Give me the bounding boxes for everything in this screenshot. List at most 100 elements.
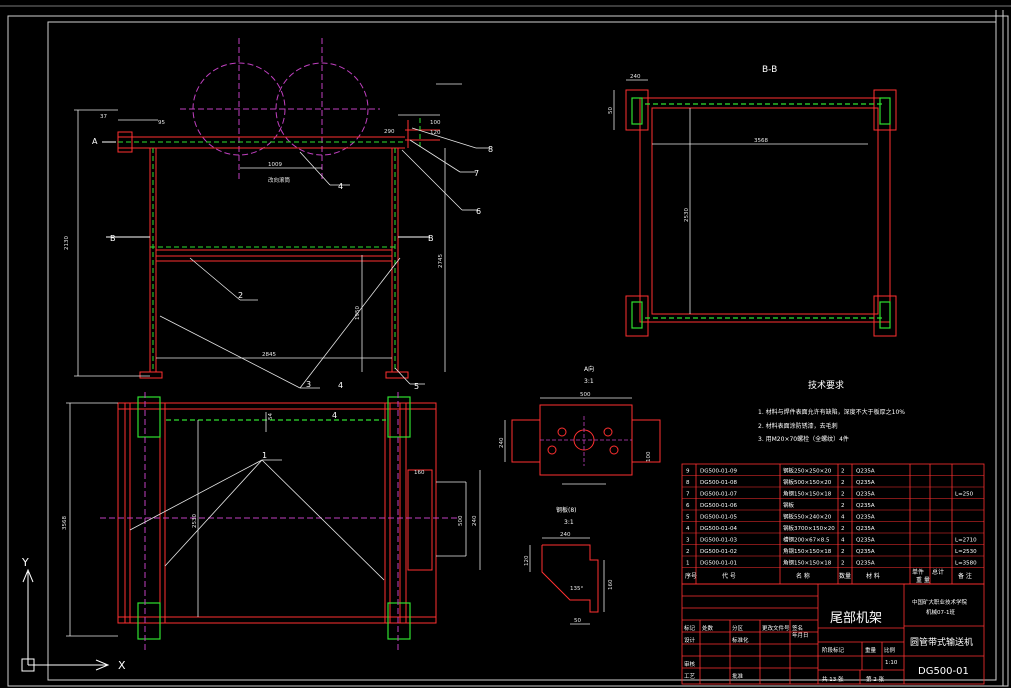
bom-cell-note: L=3580 — [955, 561, 977, 567]
dim-plate-right: 160 — [608, 579, 614, 590]
bom-header-no: 序号 — [685, 572, 697, 580]
detail-plate-title: 钢板(8) — [556, 506, 577, 514]
bom-cell-name: 钢板3700×150×20 — [783, 524, 835, 532]
axis-x-label: X — [118, 659, 126, 672]
bom-header-mat: 材 料 — [866, 572, 880, 580]
weight-label: 重量 — [865, 646, 877, 654]
bom-cell-material: Q235A — [856, 492, 875, 498]
bom-cell-material: Q235A — [856, 526, 875, 532]
dim-240-a: 240 — [499, 437, 505, 448]
part-name: 尾部机架 — [830, 611, 882, 626]
tb-row-zone: 分区 — [732, 624, 744, 632]
angle-label: 135° — [570, 586, 583, 592]
role-review: 审核 — [684, 660, 696, 668]
drawing-number: DG500-01 — [918, 666, 969, 677]
bom-cell-code: DG500-01-04 — [700, 526, 737, 532]
bom-cell-name: 角钢150×150×18 — [783, 559, 832, 567]
callout-3: 3 — [306, 380, 311, 389]
bom-cell-code: DG500-01-01 — [700, 561, 737, 567]
bom-cell-qty: 2 — [841, 492, 845, 498]
sheet-number: 第 2 张 — [866, 675, 884, 683]
tech-item-2: 2. 材料表面涂防锈漆，去毛刺 — [758, 422, 838, 430]
section-marker-b-left: B — [110, 234, 116, 243]
dim-160: 160 — [414, 470, 425, 476]
bom-header-weight-single: 单件 — [912, 568, 924, 576]
bom-cell-qty: 2 — [841, 480, 845, 486]
dim-54: 54 — [268, 413, 274, 420]
dim-120: 120 — [430, 130, 441, 136]
bom-cell-name: 钢板 — [783, 501, 795, 509]
callout-4-plan: 4 — [332, 411, 337, 420]
dim-2530-top: 2530 — [192, 514, 198, 528]
bom-cell-material: Q235A — [856, 480, 875, 486]
bom-header-name: 名 称 — [796, 572, 810, 580]
dim-2530-bb: 2530 — [684, 208, 690, 222]
dim-240-bb: 240 — [630, 74, 641, 80]
bom-cell-no: 8 — [686, 480, 690, 486]
dim-2130: 2130 — [64, 236, 70, 250]
product-name: 圆管带式输送机 — [910, 636, 973, 648]
bom-cell-code: DG500-01-06 — [700, 503, 737, 509]
bom-cell-material: Q235A — [856, 515, 875, 521]
dim-50-bb: 50 — [608, 107, 614, 114]
bom-cell-name: 钢板500×150×20 — [783, 478, 832, 486]
role-design: 设计 — [684, 636, 696, 644]
bom-cell-code: DG500-01-08 — [700, 480, 737, 486]
bom-cell-material: Q235A — [856, 538, 875, 544]
section-marker-b-right: B — [428, 234, 434, 243]
dim-500: 500 — [458, 515, 464, 526]
dim-100-a: 100 — [646, 451, 652, 462]
bom-cell-code: DG500-01-07 — [700, 492, 737, 498]
tb-row-mark: 标记 — [684, 624, 696, 632]
bom-cell-material: Q235A — [856, 503, 875, 509]
bom-cell-name: 钢板550×240×20 — [783, 513, 832, 521]
tb-row-file: 更改文件号 — [762, 624, 790, 632]
dim-3568: 3568 — [62, 516, 68, 530]
bom-header-code: 代 号 — [722, 572, 736, 580]
cad-drawing-canvas[interactable]: A B B 37 95 1009 改向滚筒 290 2845 2130 2745… — [0, 0, 1011, 688]
section-marker-a: A — [92, 137, 98, 146]
dim-plate-top: 240 — [560, 532, 571, 538]
bom-cell-no: 4 — [686, 526, 690, 532]
bom-cell-note: L=2530 — [955, 549, 977, 555]
bom-cell-material: Q235A — [856, 561, 875, 567]
bom-cell-material: Q235A — [856, 549, 875, 555]
bom-cell-qty: 2 — [841, 549, 845, 555]
axis-y-label: Y — [21, 556, 29, 569]
role-process: 工艺 — [684, 673, 696, 680]
detail-plate-scale: 3:1 — [564, 519, 574, 526]
bom-cell-no: 9 — [686, 469, 690, 475]
tech-item-3: 3. 用M20×70螺栓（全螺纹）4件 — [758, 435, 849, 443]
org-name: 中国矿大职业技术学院 — [912, 598, 968, 606]
stage-label: 阶段标记 — [822, 646, 845, 654]
bom-cell-qty: 2 — [841, 469, 845, 475]
bom-header-weight-total: 总计 — [932, 568, 944, 576]
bom-cell-code: DG500-01-02 — [700, 549, 737, 555]
bom-cell-name: 角钢150×150×18 — [783, 547, 832, 555]
dim-2845: 2845 — [262, 352, 276, 358]
dim-290: 290 — [384, 129, 395, 135]
callout-2: 2 — [238, 291, 243, 300]
tb-row-date: 年月日 — [792, 631, 809, 639]
bom-cell-qty: 2 — [841, 526, 845, 532]
callout-6: 6 — [476, 207, 481, 216]
dim-plate-left: 120 — [524, 555, 530, 566]
bom-cell-code: DG500-01-03 — [700, 538, 737, 544]
callout-4-top: 4 — [338, 182, 343, 191]
carrier-label: 改向滚筒 — [268, 176, 291, 184]
bom-cell-material: Q235A — [856, 469, 875, 475]
callout-4: 4 — [338, 381, 343, 390]
scale-label: 比例 — [884, 646, 896, 654]
bom-cell-qty: 4 — [841, 515, 845, 521]
tech-title: 技术要求 — [808, 379, 844, 391]
bom-cell-qty: 2 — [841, 561, 845, 567]
dim-3568-bb: 3568 — [754, 138, 768, 144]
section-bb-title: B-B — [762, 65, 777, 75]
dim-240-top: 240 — [472, 515, 478, 526]
tech-item-1: 1. 材料与焊件表面允许有缺陷，深度不大于板厚之10% — [758, 408, 905, 416]
dim-1009: 1009 — [268, 162, 282, 168]
bom-cell-qty: 2 — [841, 503, 845, 509]
dim-plate-bottom: 50 — [574, 618, 581, 624]
role-approve: 批准 — [732, 672, 744, 680]
bom-cell-code: DG500-01-05 — [700, 515, 737, 521]
